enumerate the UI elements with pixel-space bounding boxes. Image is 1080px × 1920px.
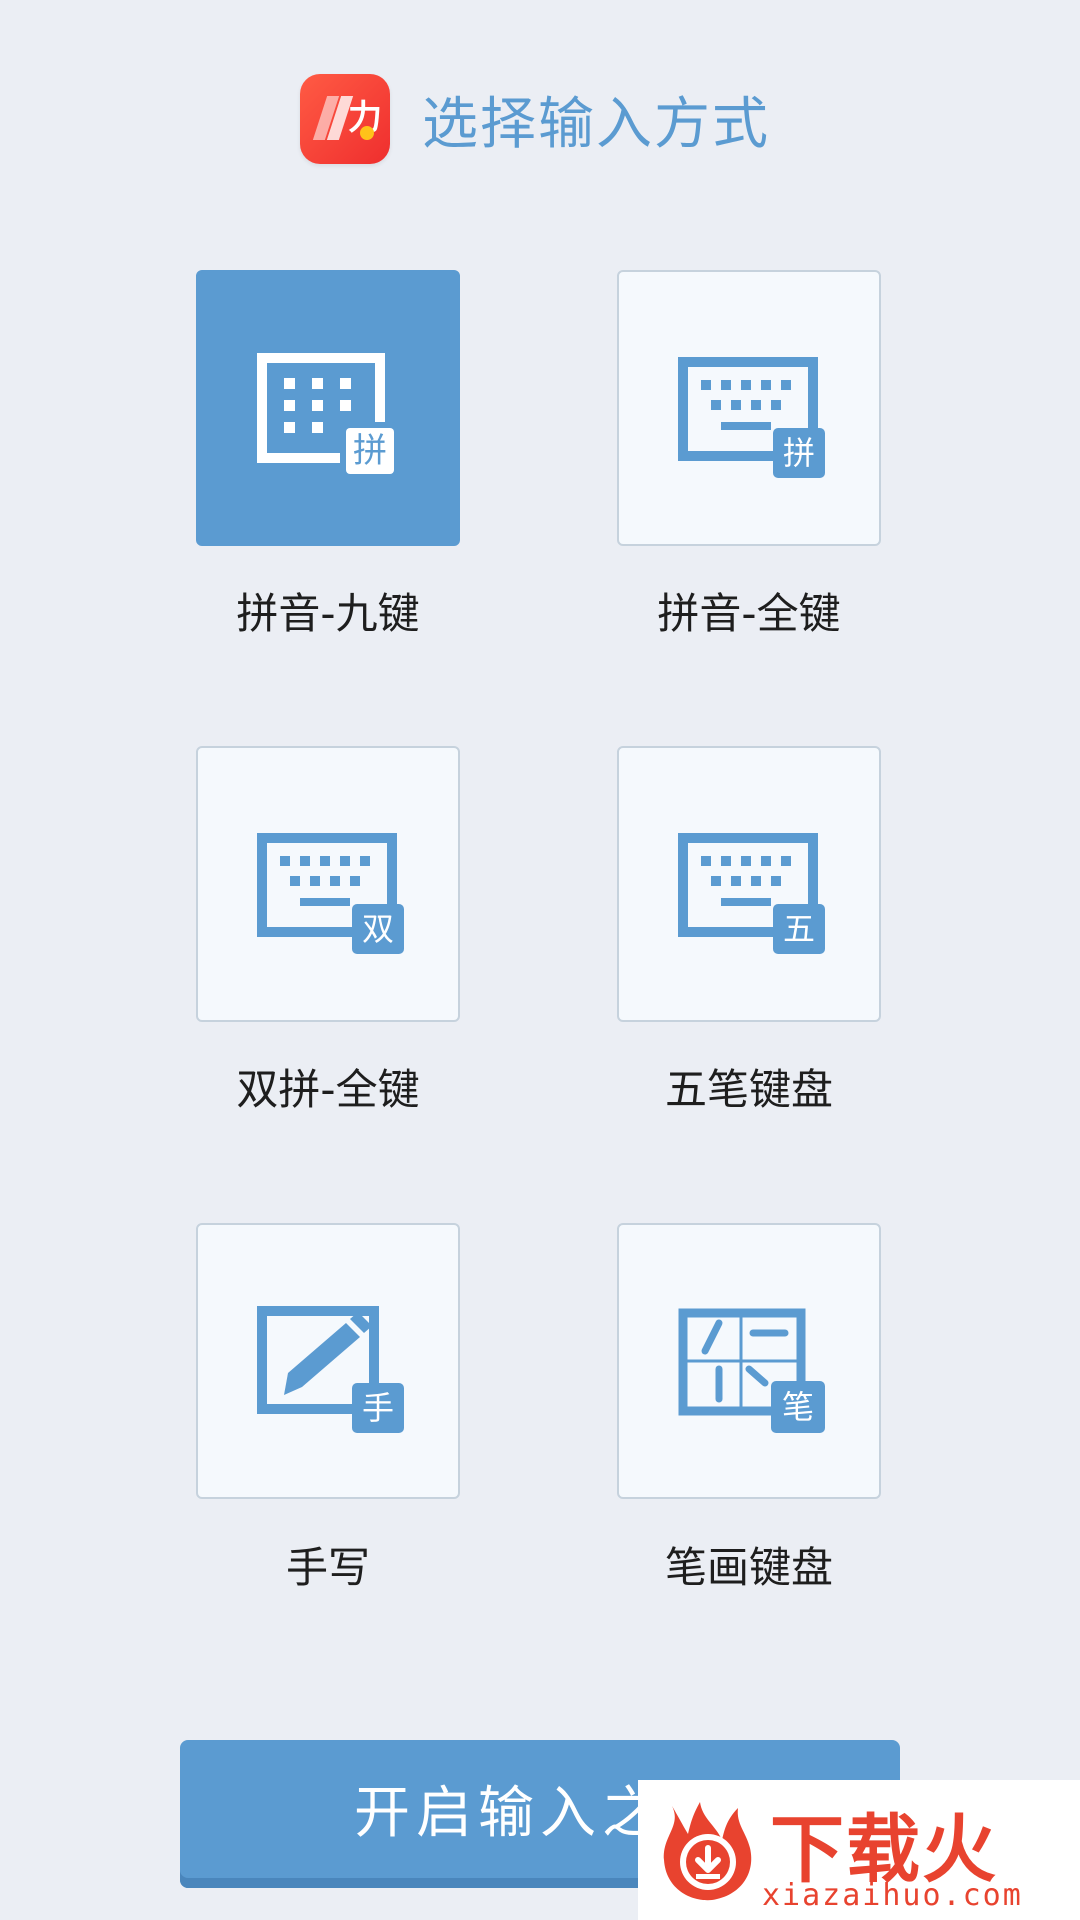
- handwriting-pencil-icon: 手: [257, 1306, 404, 1433]
- watermark: 下载火 xiazaihuo.com: [638, 1780, 1080, 1920]
- nine-key-keyboard-icon: 拼: [257, 353, 398, 478]
- option-badge: 拼: [783, 434, 815, 472]
- option-badge: 笔: [782, 1388, 814, 1426]
- page-title: 选择输入方式: [422, 91, 770, 157]
- option-badge: 双: [362, 910, 394, 948]
- option-wubi-keyboard[interactable]: 五: [617, 746, 881, 1022]
- shuangpin-keyboard-icon: 双: [257, 833, 404, 954]
- download-flame-logo-icon: [663, 1802, 752, 1901]
- option-badge: 拼: [353, 431, 387, 471]
- option-pinyin-full[interactable]: 拼: [617, 270, 881, 546]
- option-label: 笔画键盘: [664, 1543, 833, 1592]
- watermark-url: xiazaihuo.com: [762, 1878, 1023, 1913]
- full-keyboard-icon: 拼: [678, 357, 825, 478]
- wubi-keyboard-icon: 五: [678, 833, 825, 954]
- option-label: 手写: [285, 1543, 370, 1592]
- option-stroke-keyboard[interactable]: 笔: [617, 1223, 881, 1499]
- option-handwriting[interactable]: 手: [196, 1223, 460, 1499]
- option-label: 拼音-全键: [657, 589, 841, 638]
- app-logo: 力: [300, 74, 390, 164]
- option-badge: 五: [783, 910, 815, 948]
- option-label: 双拼-全键: [236, 1065, 420, 1114]
- option-pinyin-9key[interactable]: 拼: [196, 270, 460, 546]
- stroke-keyboard-icon: 笔: [678, 1308, 825, 1433]
- option-shuangpin-full[interactable]: 双: [196, 746, 460, 1022]
- option-label: 五笔键盘: [664, 1065, 833, 1114]
- header: 力 选择输入方式: [300, 74, 770, 164]
- option-badge: 手: [362, 1389, 394, 1427]
- option-label: 拼音-九键: [236, 589, 420, 638]
